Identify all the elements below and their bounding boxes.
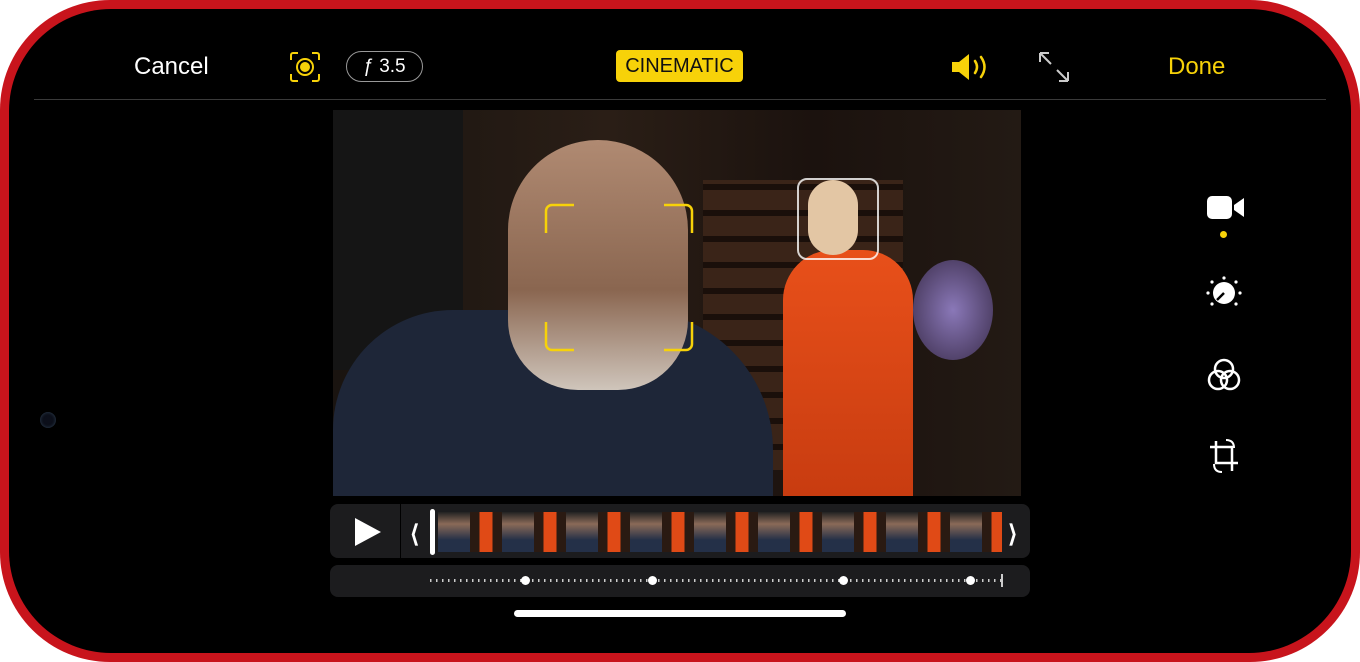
play-separator xyxy=(400,504,401,558)
focus-bracket[interactable] xyxy=(544,203,694,352)
filmstrip-frame xyxy=(726,512,758,552)
filmstrip-frame xyxy=(534,512,566,552)
cancel-button[interactable]: Cancel xyxy=(134,53,209,81)
focus-point[interactable] xyxy=(839,576,848,585)
track-end xyxy=(1001,574,1003,587)
filmstrip-frame xyxy=(854,512,886,552)
play-icon[interactable] xyxy=(353,517,383,552)
filmstrip-frame xyxy=(758,512,790,552)
filmstrip-frame xyxy=(982,512,1002,552)
aperture-button[interactable]: ƒ 3.5 xyxy=(346,51,423,82)
toolbar-divider xyxy=(34,99,1326,100)
timeline-panel: ⟨ ⟩ xyxy=(330,504,1030,558)
playhead[interactable] xyxy=(430,509,435,555)
filmstrip-frame xyxy=(950,512,982,552)
flowers xyxy=(913,260,993,360)
cinematic-toggle[interactable]: CINEMATIC xyxy=(616,50,743,82)
video-camera-icon[interactable] xyxy=(1206,193,1246,228)
trim-handle-left[interactable]: ⟨ xyxy=(410,520,419,549)
done-button[interactable]: Done xyxy=(1168,53,1225,81)
filmstrip-frame xyxy=(598,512,630,552)
filmstrip-frame xyxy=(790,512,822,552)
adjust-dial-icon[interactable] xyxy=(1206,275,1242,316)
filmstrip[interactable] xyxy=(438,512,1002,552)
crop-rotate-icon[interactable] xyxy=(1206,437,1242,480)
focus-point[interactable] xyxy=(521,576,530,585)
focus-lock-icon[interactable] xyxy=(289,51,321,88)
filmstrip-frame xyxy=(438,512,470,552)
filmstrip-frame xyxy=(566,512,598,552)
selected-indicator xyxy=(1220,231,1227,238)
filmstrip-frame xyxy=(822,512,854,552)
secondary-subject-box[interactable] xyxy=(797,178,879,260)
focus-track[interactable] xyxy=(430,579,1002,582)
focus-point[interactable] xyxy=(648,576,657,585)
home-indicator[interactable] xyxy=(514,610,846,617)
focus-track-panel xyxy=(330,565,1030,597)
woman-dress xyxy=(783,250,913,496)
filmstrip-frame xyxy=(918,512,950,552)
filmstrip-frame xyxy=(470,512,502,552)
video-preview[interactable] xyxy=(333,110,1021,496)
speaker-icon[interactable] xyxy=(950,52,992,87)
filmstrip-frame xyxy=(694,512,726,552)
focus-point[interactable] xyxy=(966,576,975,585)
trim-handle-right[interactable]: ⟩ xyxy=(1008,520,1017,549)
filters-icon[interactable] xyxy=(1206,357,1242,398)
filmstrip-frame xyxy=(886,512,918,552)
front-camera xyxy=(40,412,56,428)
expand-icon[interactable] xyxy=(1038,51,1070,88)
filmstrip-frame xyxy=(662,512,694,552)
filmstrip-frame xyxy=(630,512,662,552)
filmstrip-frame xyxy=(502,512,534,552)
